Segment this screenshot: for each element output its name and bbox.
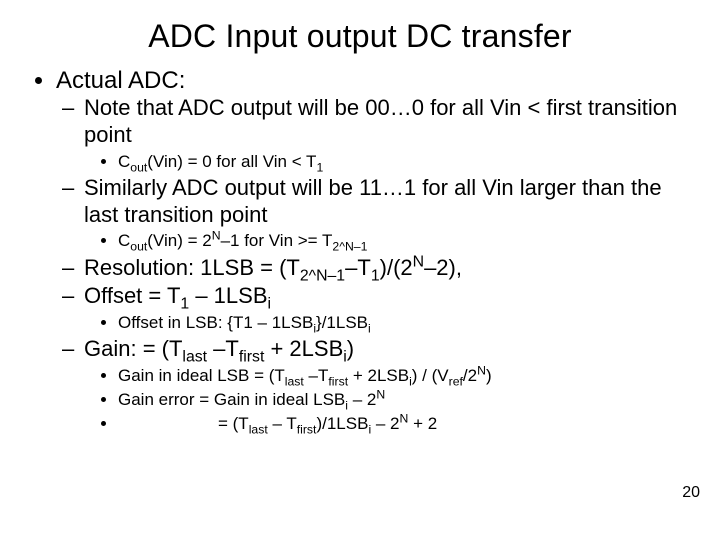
lvl2-note-zero: Note that ADC output will be 00…0 for al… bbox=[84, 95, 690, 173]
t: 2^N–1 bbox=[300, 267, 345, 284]
t: – 2 bbox=[348, 390, 376, 409]
lvl1-text: Actual ADC: bbox=[56, 67, 185, 94]
t: ) / (V bbox=[412, 366, 449, 385]
t: 2^N–1 bbox=[332, 240, 367, 254]
t: }/1LSB bbox=[316, 313, 368, 332]
lvl3-gain-ideal: Gain in ideal LSB = (Tlast –Tfirst + 2LS… bbox=[118, 365, 690, 387]
t: – 1LSB bbox=[189, 283, 267, 308]
bullet-list-level3: Cout(Vin) = 2N–1 for Vin >= T2^N–1 bbox=[84, 230, 690, 252]
t: i bbox=[368, 322, 371, 336]
t: –T bbox=[345, 255, 371, 280]
t: C bbox=[118, 152, 130, 171]
t: ref bbox=[449, 374, 463, 388]
t: out bbox=[130, 160, 147, 174]
t: Offset = T bbox=[84, 283, 180, 308]
t: – T bbox=[268, 414, 297, 433]
t: out bbox=[130, 240, 147, 254]
bullet-list-level2: Note that ADC output will be 00…0 for al… bbox=[56, 95, 690, 435]
t: (Vin) = 2 bbox=[147, 231, 211, 250]
t: last bbox=[285, 374, 304, 388]
t: C bbox=[118, 231, 130, 250]
t: –T bbox=[207, 336, 239, 361]
bullet-list-level3: Gain in ideal LSB = (Tlast –Tfirst + 2LS… bbox=[84, 365, 690, 435]
t: Resolution: 1LSB = (T bbox=[84, 255, 300, 280]
lvl3-cout-zero: Cout(Vin) = 0 for all Vin < T1 bbox=[118, 151, 690, 173]
t: – 2 bbox=[371, 414, 399, 433]
t: N bbox=[477, 363, 486, 377]
t: 1 bbox=[316, 160, 323, 174]
t: –T bbox=[304, 366, 329, 385]
t: + 2LSB bbox=[264, 336, 343, 361]
t: last bbox=[249, 423, 268, 437]
slide-title: ADC Input output DC transfer bbox=[30, 18, 690, 55]
t: )/1LSB bbox=[316, 414, 368, 433]
t: –2), bbox=[424, 255, 462, 280]
t: )/(2 bbox=[380, 255, 413, 280]
lvl3-cout-max: Cout(Vin) = 2N–1 for Vin >= T2^N–1 bbox=[118, 230, 690, 252]
indent bbox=[118, 414, 218, 433]
t: /2 bbox=[463, 366, 477, 385]
t: –1 for Vin >= T bbox=[221, 231, 333, 250]
lvl2-note-ones: Similarly ADC output will be 11…1 for al… bbox=[84, 175, 690, 253]
lvl2-resolution: Resolution: 1LSB = (T2^N–1–T1)/(2N–2), bbox=[84, 255, 690, 282]
t: + 2LSB bbox=[348, 366, 409, 385]
t: 1 bbox=[371, 267, 380, 284]
t: = (T bbox=[218, 414, 249, 433]
t: (Vin) = 0 for all Vin < T bbox=[147, 152, 316, 171]
bullet-list-level3: Cout(Vin) = 0 for all Vin < T1 bbox=[84, 151, 690, 173]
lvl2-text: Note that ADC output will be 00…0 for al… bbox=[84, 95, 677, 147]
t: ) bbox=[347, 336, 354, 361]
bullet-list-level3: Offset in LSB: {T1 – 1LSBi}/1LSBi bbox=[84, 312, 690, 334]
t: N bbox=[376, 388, 385, 402]
t: N bbox=[212, 229, 221, 243]
lvl3-gain-error: Gain error = Gain in ideal LSBi – 2N bbox=[118, 389, 690, 411]
t: first bbox=[239, 349, 265, 366]
lvl1-item: Actual ADC: Note that ADC output will be… bbox=[56, 67, 690, 435]
t: last bbox=[182, 349, 207, 366]
t: first bbox=[297, 423, 317, 437]
t: Offset in LSB: {T1 – 1LSB bbox=[118, 313, 313, 332]
t: Gain: = (T bbox=[84, 336, 182, 361]
lvl2-gain: Gain: = (Tlast –Tfirst + 2LSBi) Gain in … bbox=[84, 336, 690, 435]
t: + 2 bbox=[408, 414, 437, 433]
t: ) bbox=[486, 366, 492, 385]
lvl2-text: Similarly ADC output will be 11…1 for al… bbox=[84, 175, 662, 227]
lvl3-offset-lsb: Offset in LSB: {T1 – 1LSBi}/1LSBi bbox=[118, 312, 690, 334]
t: first bbox=[328, 374, 348, 388]
t: N bbox=[413, 253, 424, 270]
t: Gain in ideal LSB = (T bbox=[118, 366, 285, 385]
t: 1 bbox=[180, 296, 189, 313]
bullet-list-level1: Actual ADC: Note that ADC output will be… bbox=[30, 67, 690, 435]
lvl2-offset: Offset = T1 – 1LSBi Offset in LSB: {T1 –… bbox=[84, 283, 690, 334]
t: Gain error = Gain in ideal LSB bbox=[118, 390, 345, 409]
t: i bbox=[268, 296, 272, 313]
page-number: 20 bbox=[682, 484, 700, 502]
lvl3-gain-error-expanded: = (Tlast – Tfirst)/1LSBi – 2N + 2 bbox=[118, 413, 690, 435]
